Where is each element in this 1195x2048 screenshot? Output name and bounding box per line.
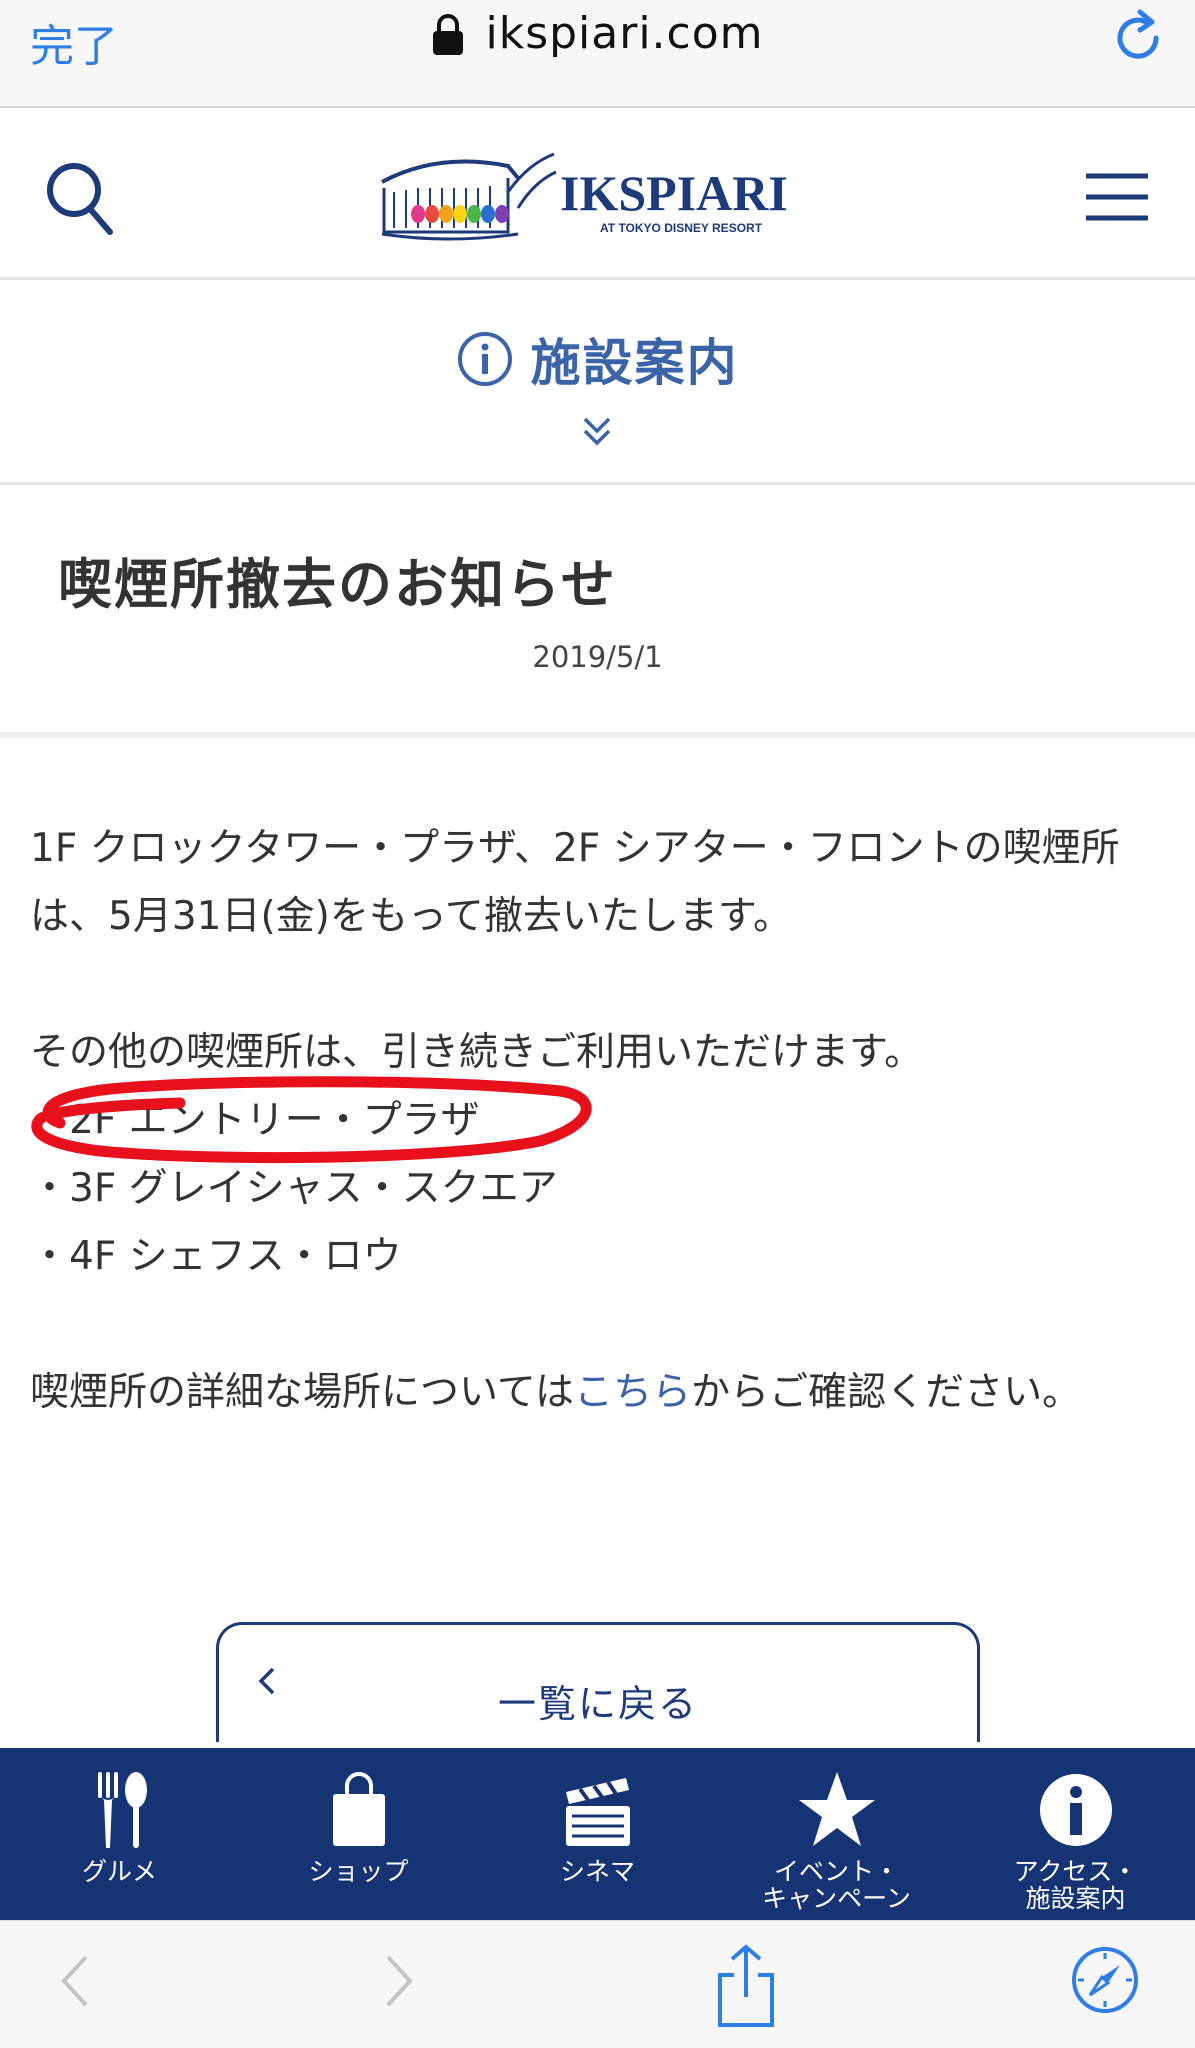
site-header: IKSPIARI AT TOKYO DISNEY RESORT xyxy=(0,110,1195,280)
nav-item-event[interactable]: イベント・ キャンペーン xyxy=(717,1748,956,1920)
browser-top-bar: 完了 ikspiari.com xyxy=(0,0,1195,108)
browser-toolbar xyxy=(0,1920,1195,2048)
nav-label: グルメ xyxy=(81,1857,157,1886)
double-chevron-down-icon[interactable] xyxy=(581,415,613,449)
reload-icon[interactable] xyxy=(1110,8,1168,66)
share-icon[interactable] xyxy=(716,1943,776,2029)
gourmet-icon xyxy=(97,1772,147,1848)
page-title: 喫煙所撤去のお知らせ xyxy=(58,553,617,616)
details-link[interactable]: こちら xyxy=(574,1370,691,1415)
hamburger-menu-icon[interactable] xyxy=(1084,170,1150,224)
nav-label: イベント・ キャンペーン xyxy=(762,1857,911,1913)
shop-bag-icon xyxy=(332,1772,385,1846)
logo-subtext: AT TOKYO DISNEY RESORT xyxy=(600,221,763,235)
nav-item-gourmet[interactable]: グルメ xyxy=(0,1748,239,1920)
red-highlight-circle xyxy=(31,1076,592,1164)
back-arrow-icon[interactable] xyxy=(58,1951,92,2011)
url-text: ikspiari.com xyxy=(485,8,764,59)
facility-title: 施設案内 xyxy=(530,334,739,392)
paragraph-details: 喫煙所の詳細な場所についてはこちらからご確認ください。 xyxy=(30,1359,1170,1427)
details-text-after: からご確認ください。 xyxy=(691,1370,1082,1415)
nav-label: アクセス・ 施設案内 xyxy=(1013,1857,1138,1913)
bottom-nav: グルメ ショップ シネマ イベント・ キャンペーン アクセス・ 施設案内 xyxy=(0,1748,1195,1920)
details-text-before: 喫煙所の詳細な場所については xyxy=(30,1370,575,1415)
nav-item-shop[interactable]: ショップ xyxy=(239,1748,478,1920)
cinema-clapper-icon xyxy=(565,1778,630,1846)
address-bar[interactable]: ikspiari.com xyxy=(0,8,1195,60)
nav-item-cinema[interactable]: シネマ xyxy=(478,1748,717,1920)
compass-icon[interactable] xyxy=(1070,1945,1140,2015)
search-icon[interactable] xyxy=(44,160,114,236)
nav-item-access[interactable]: アクセス・ 施設案内 xyxy=(956,1748,1195,1920)
nav-label: シネマ xyxy=(559,1857,635,1886)
event-star-icon xyxy=(798,1772,875,1846)
publish-date: 2019/5/1 xyxy=(532,640,663,674)
nav-label: ショップ xyxy=(308,1857,409,1886)
logo-building-graphic xyxy=(381,152,557,241)
paragraph-removal: 1F クロックタワー・プラザ、2F シアター・フロントの喫煙所は、5月31日(金… xyxy=(30,826,1120,939)
article-header: 喫煙所撤去のお知らせ 2019/5/1 xyxy=(0,488,1195,738)
lock-icon xyxy=(431,12,465,56)
back-button-label: 一覧に戻る xyxy=(497,1682,698,1726)
logo-text: IKSPIARI xyxy=(560,165,788,221)
info-circle-icon xyxy=(457,332,512,386)
back-to-list-button[interactable]: 一覧に戻る xyxy=(216,1622,980,1742)
forward-arrow-icon[interactable] xyxy=(382,1951,416,2011)
ikspiari-logo[interactable]: IKSPIARI AT TOKYO DISNEY RESORT xyxy=(378,148,818,248)
facility-section[interactable]: 施設案内 xyxy=(0,283,1195,485)
info-icon xyxy=(1039,1774,1112,1846)
location-item: ・4F シェフス・ロウ xyxy=(30,1234,402,1279)
